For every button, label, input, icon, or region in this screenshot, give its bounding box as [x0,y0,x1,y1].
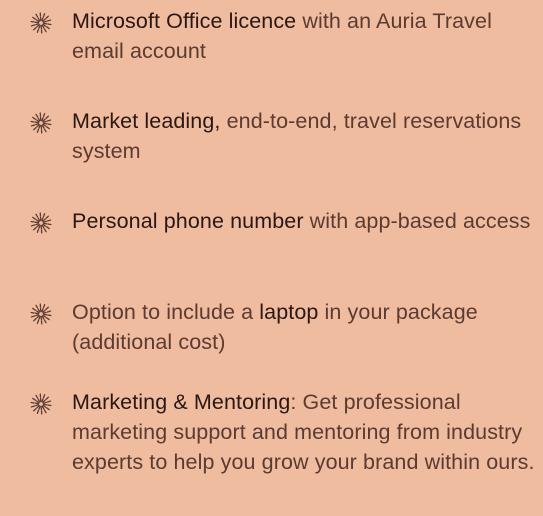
feature-description-prefix: Option to include a [72,300,260,324]
feature-text: Microsoft Office licence with an Auria T… [72,6,537,66]
sparkle-burst-icon [30,112,52,134]
feature-item-reservations: Market leading, end-to-end, travel reser… [30,106,537,166]
feature-highlight: Market leading, [72,109,221,133]
feature-item-phone: Personal phone number with app-based acc… [30,206,537,236]
feature-item-marketing: Marketing & Mentoring: Get professional … [30,387,537,477]
feature-description: with app-based access [303,209,531,233]
sparkle-burst-icon [30,393,52,415]
feature-item-office: Microsoft Office licence with an Auria T… [30,6,537,66]
feature-item-laptop: Option to include a laptop in your packa… [30,297,537,357]
feature-highlight: Personal phone number [72,209,304,233]
feature-text: Option to include a laptop in your packa… [72,297,537,357]
sparkle-burst-icon [30,303,52,325]
sparkle-burst-icon [30,12,52,34]
feature-highlight: Marketing & Mentoring [72,390,291,414]
feature-text: Marketing & Mentoring: Get professional … [72,387,537,477]
feature-highlight: Microsoft Office licence [72,9,297,33]
feature-list: Microsoft Office licence with an Auria T… [0,0,543,516]
feature-text: Market leading, end-to-end, travel reser… [72,106,537,166]
sparkle-burst-icon [30,212,52,234]
feature-highlight: laptop [259,300,319,324]
feature-text: Personal phone number with app-based acc… [72,206,537,236]
